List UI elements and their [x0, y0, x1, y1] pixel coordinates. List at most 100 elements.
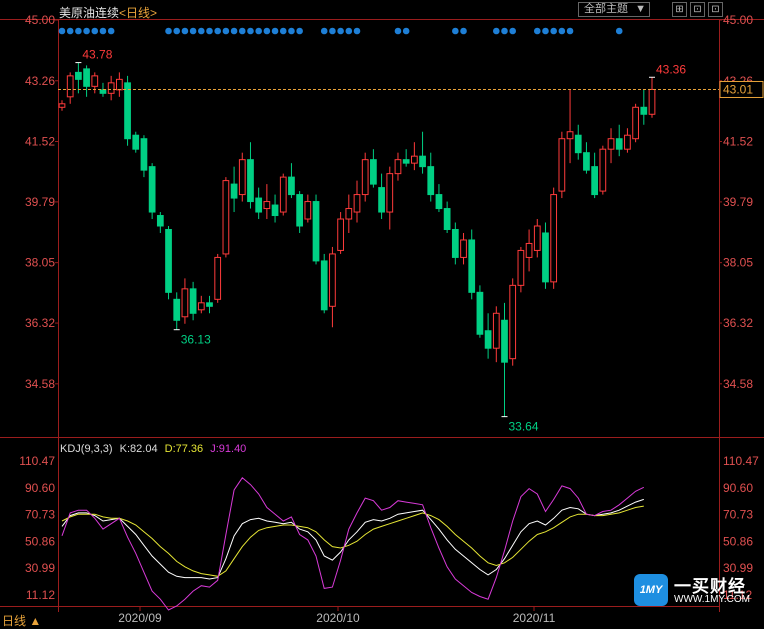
candle: [542, 222, 549, 289]
signal-dot: [181, 27, 189, 35]
candle-body: [230, 183, 238, 199]
candle-body: [599, 148, 607, 192]
kdj-line-k: [61, 498, 644, 580]
candle-body: [222, 180, 230, 255]
candle: [107, 75, 115, 101]
signal-dot: [165, 27, 172, 35]
candle-body: [304, 201, 312, 220]
price-axis: 45.00 45.0043.26 43.2641.52 41.5239.79 39.79…: [25, 13, 764, 434]
candle-body: [492, 312, 500, 349]
candle: [263, 184, 271, 220]
candle-body: [58, 103, 66, 108]
candle-body: [501, 319, 508, 363]
candle-body: [542, 232, 549, 283]
signal-dot: [247, 27, 254, 35]
price-tick-left: 43.26: [25, 74, 55, 88]
candle-body: [402, 159, 410, 164]
signal-dot: [533, 27, 541, 35]
candle: [247, 142, 254, 209]
signal-dot: [91, 27, 99, 35]
candle-body: [632, 106, 639, 140]
price-tick-left: 34.58: [25, 377, 55, 391]
signal-dot: [66, 27, 74, 35]
signal-dot: [271, 27, 279, 35]
kdj-tick-right: 110.47: [723, 454, 759, 468]
signal-dot: [99, 27, 107, 35]
candle-body: [468, 239, 476, 293]
candle: [197, 295, 205, 314]
kdj-name: KDJ(9,3,3): [60, 443, 113, 455]
candle: [140, 135, 148, 178]
signal-dot: [452, 27, 459, 35]
price-tick-left: 38.05: [25, 256, 55, 270]
low-annotation: 36.13: [181, 333, 211, 347]
candle-body: [574, 134, 582, 154]
candle-body: [173, 298, 181, 321]
signal-dot: [550, 27, 557, 35]
candle: [312, 194, 320, 265]
candle: [329, 246, 336, 328]
instrument-title: 美原油连续<日线>: [59, 4, 157, 21]
signal-dot: [394, 27, 402, 35]
candle: [648, 77, 656, 118]
candle: [558, 131, 566, 199]
period-selector[interactable]: 日线 ▲: [2, 612, 41, 629]
maximize-button[interactable]: ⊡: [708, 2, 723, 17]
candle: [304, 194, 312, 223]
signal-dot: [279, 27, 287, 35]
candle: [83, 65, 90, 97]
candle-body: [517, 249, 525, 286]
signal-dot: [493, 27, 500, 35]
candle: [296, 191, 304, 233]
candle: [525, 229, 533, 272]
theme-button-label: 全部主题: [584, 3, 628, 15]
kdj-tick-right: 70.73: [723, 508, 753, 522]
candle: [255, 187, 263, 220]
signal-dot: [206, 27, 213, 35]
candle: [222, 177, 230, 258]
candle-body: [156, 215, 164, 227]
high-annotation: 43.78: [82, 48, 112, 62]
candle-body: [189, 288, 197, 314]
signal-dot: [402, 27, 410, 35]
candle: [288, 163, 295, 199]
candle-body: [353, 194, 361, 213]
candle-body: [378, 187, 385, 213]
candle-body: [329, 253, 336, 307]
period-label[interactable]: <日线>: [119, 6, 157, 20]
kdj-legend: KDJ(9,3,3) K:82.04 D:77.36 J:91.40: [60, 443, 250, 455]
chart-area: 45.00 45.0043.26 43.2641.52 41.5239.79 39.79…: [0, 13, 764, 625]
candle-body: [197, 302, 205, 311]
layout-icon: ⊞: [675, 4, 684, 15]
candle: [624, 128, 631, 153]
signal-dot: [566, 27, 574, 35]
signal-dot: [58, 27, 66, 35]
candle-body: [443, 208, 451, 230]
candle: [156, 212, 164, 233]
theme-dropdown-button[interactable]: 全部主题 ▼: [578, 2, 650, 17]
candle: [550, 187, 558, 289]
candle-body: [148, 166, 156, 213]
signal-dot: [173, 27, 181, 35]
candle-body: [370, 159, 377, 185]
candle-body: [591, 166, 599, 196]
candle: [435, 184, 443, 213]
candle-body: [566, 131, 574, 140]
layout-button[interactable]: ⊞: [672, 2, 687, 17]
kdj-tick-left: 110.47: [19, 454, 55, 468]
candle: [148, 163, 156, 220]
candle-body: [83, 68, 90, 87]
candle-body: [206, 302, 213, 307]
candle-body: [558, 138, 566, 192]
candle-body: [132, 134, 140, 150]
candle-body: [91, 75, 99, 87]
candle-body: [337, 218, 344, 251]
candle-body: [615, 138, 623, 150]
candle-body: [238, 159, 246, 196]
price-tick-left: 45.00: [25, 13, 55, 27]
price-tick-right: 45.00: [723, 13, 753, 27]
time-axis: 2020/09 2020/10 2020/11: [118, 606, 556, 625]
candle-body: [181, 288, 189, 318]
signal-dot: [337, 27, 344, 35]
settings-button[interactable]: ⊡: [690, 2, 705, 17]
